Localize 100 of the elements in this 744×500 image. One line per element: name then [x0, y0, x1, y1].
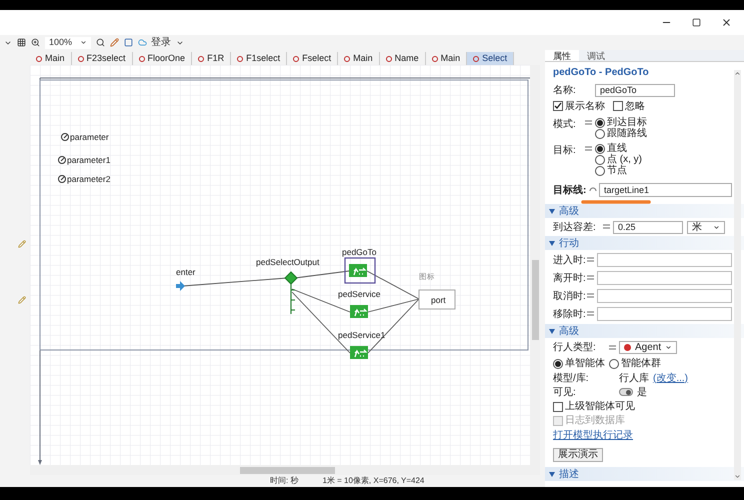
- radio-button[interactable]: [609, 358, 619, 368]
- editor-tab[interactable]: FloorOne: [132, 52, 192, 65]
- block-label: pedSelectOutput: [256, 257, 320, 267]
- connector-line: [294, 270, 350, 278]
- section-title: 描述: [559, 468, 579, 482]
- change-link[interactable]: (改变...): [653, 370, 688, 386]
- agent-icon: [36, 56, 42, 62]
- checkbox[interactable]: [553, 101, 563, 111]
- parameter-label: parameter2: [67, 174, 110, 184]
- block-label: enter: [176, 267, 196, 277]
- port-label: port: [431, 295, 446, 305]
- close-icon[interactable]: [721, 17, 732, 28]
- radio-label: 智能体群: [621, 356, 661, 371]
- editor-tab[interactable]: F23select: [72, 52, 133, 65]
- radio-label: 单智能体: [565, 356, 605, 371]
- tolerance-field[interactable]: 0.25: [613, 220, 683, 234]
- toggle-switch[interactable]: [619, 388, 633, 396]
- search-icon[interactable]: [96, 38, 106, 47]
- grid-icon[interactable]: [17, 38, 26, 47]
- checkbox-label: 日志到数据库: [565, 414, 625, 428]
- login-button[interactable]: 登录: [138, 35, 172, 50]
- checkbox-label: 忽略: [625, 100, 645, 114]
- annotation-stroke: [581, 200, 651, 204]
- scale-coordinates-label: 1米 = 10像素, X=676, Y=424: [322, 475, 424, 487]
- scrollbar-thumb[interactable]: [240, 467, 335, 474]
- demo-button[interactable]: 展示演示: [553, 448, 603, 462]
- section-header[interactable]: 描述: [545, 467, 744, 481]
- code-field[interactable]: [597, 271, 732, 285]
- section-title: 行动: [559, 236, 579, 250]
- field-label: 目标:: [553, 144, 577, 158]
- dropdown-icon: [713, 224, 720, 230]
- agent-icon: [138, 56, 145, 62]
- radio-label: 点 (x, y): [607, 154, 642, 165]
- target-line-field[interactable]: targetLine1: [599, 183, 732, 197]
- name-field[interactable]: pedGoTo: [595, 84, 675, 96]
- name-label: 名称:: [553, 84, 577, 98]
- maximize-icon[interactable]: [692, 18, 701, 27]
- equals-icon: [587, 311, 594, 317]
- parameter-label: parameter: [70, 132, 109, 142]
- time-unit-label: 时间: 秒: [270, 475, 298, 487]
- walking-person-icon: [349, 264, 367, 277]
- scroll-up-icon[interactable]: [734, 70, 741, 77]
- parameter-icon: [58, 175, 66, 183]
- unit-dropdown[interactable]: 米: [687, 220, 725, 234]
- checkbox-label: 上级智能体可见: [565, 400, 635, 414]
- editor-tab[interactable]: Select: [467, 52, 514, 65]
- panel-tab[interactable]: 调试: [579, 50, 613, 61]
- checkbox[interactable]: [553, 402, 563, 412]
- equals-icon: [587, 257, 594, 263]
- equals-icon: [609, 344, 616, 350]
- code-field[interactable]: [597, 307, 732, 321]
- radio-button[interactable]: [595, 154, 605, 164]
- pencil-icon[interactable]: [110, 38, 120, 47]
- expand-triangle-icon: [549, 328, 555, 334]
- editor-tab[interactable]: Main: [426, 52, 468, 65]
- toggle-label: 是: [637, 386, 647, 400]
- radio-button[interactable]: [595, 144, 605, 154]
- dropdown-icon: [80, 39, 88, 46]
- field-label: 模式:: [553, 118, 577, 132]
- walking-person-icon: [350, 305, 368, 318]
- radio-label: 到达目标: [607, 117, 647, 128]
- section-header[interactable]: 行动: [545, 236, 744, 250]
- block-label: pedService: [338, 289, 381, 299]
- code-field[interactable]: [597, 253, 732, 267]
- parameter-label: parameter1: [67, 155, 110, 165]
- ped-type-dropdown[interactable]: Agent: [619, 341, 678, 354]
- equals-icon: [585, 146, 592, 152]
- parameter-icon: [61, 133, 69, 141]
- checkbox-label: 展示名称: [565, 100, 605, 114]
- arrow-icon: [176, 281, 185, 291]
- agent-icon: [78, 56, 84, 62]
- scrollbar-thumb[interactable]: [532, 260, 539, 340]
- radio-label: 直线: [607, 143, 627, 154]
- execution-log-link[interactable]: 打开模型执行记录: [553, 428, 633, 443]
- section-header[interactable]: 高级: [545, 324, 744, 338]
- equals-icon: [587, 275, 594, 281]
- section-header[interactable]: 高级: [545, 204, 744, 218]
- radio-button[interactable]: [595, 118, 605, 128]
- radio-label: 节点: [607, 165, 627, 176]
- radio-button[interactable]: [595, 166, 605, 176]
- checkbox[interactable]: [613, 101, 623, 111]
- zoom-icon[interactable]: [31, 38, 40, 47]
- field-label: 到达容差:: [553, 220, 597, 234]
- pencil-icon[interactable]: [18, 240, 26, 248]
- radio-button[interactable]: [553, 358, 563, 368]
- agent-icon: [344, 56, 350, 62]
- walking-person-icon: [350, 346, 368, 359]
- agent-icon: [386, 56, 392, 62]
- panel-tab[interactable]: 属性: [545, 50, 579, 61]
- agent-icon: [198, 56, 204, 62]
- editor-tab[interactable]: Name: [380, 52, 426, 65]
- pencil-icon[interactable]: [18, 296, 26, 304]
- radio-button[interactable]: [595, 128, 605, 138]
- scroll-down-icon[interactable]: [734, 473, 741, 480]
- field-label: 模型/库:: [553, 372, 590, 386]
- code-field[interactable]: [597, 289, 732, 303]
- field-label: 行人类型:: [553, 340, 597, 355]
- zoom-combobox[interactable]: 100%: [45, 36, 92, 48]
- expand-triangle-icon: [549, 208, 555, 214]
- agent-icon: [473, 56, 480, 62]
